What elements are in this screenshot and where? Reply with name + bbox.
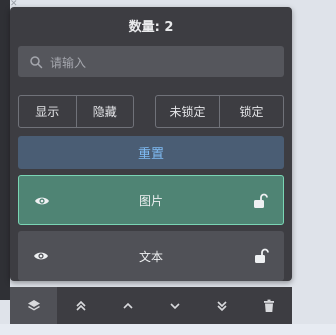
layer-item-image[interactable]: 图片 [18, 175, 284, 225]
bottom-toolbar [10, 287, 292, 324]
lock-button-group: 未锁定 锁定 [155, 95, 284, 128]
bring-to-front-icon [75, 300, 86, 311]
background-strip [0, 0, 10, 300]
hide-button[interactable]: 隐藏 [75, 96, 134, 127]
unlock-button[interactable]: 未锁定 [156, 96, 219, 127]
bring-to-front-button[interactable] [57, 287, 104, 324]
reset-button[interactable]: 重置 [18, 136, 284, 169]
eye-icon[interactable] [34, 193, 50, 209]
page-background [0, 324, 336, 335]
send-to-back-icon [216, 300, 227, 311]
search-icon [30, 56, 43, 69]
move-down-button[interactable] [151, 287, 198, 324]
delete-icon [263, 299, 274, 312]
eye-icon[interactable] [33, 248, 49, 264]
layer-label: 文本 [138, 249, 163, 264]
unlock-icon[interactable] [253, 247, 271, 265]
layer-item-text[interactable]: 文本 [18, 231, 284, 281]
lock-button[interactable]: 锁定 [219, 96, 283, 127]
visibility-button-group: 显示 隐藏 [18, 95, 134, 128]
search-box[interactable] [18, 46, 284, 79]
layer-panel: 数量: 2 显示 隐藏 未锁定 锁定 重置 图片 文本 [10, 7, 292, 281]
send-to-back-button[interactable] [198, 287, 245, 324]
show-button[interactable]: 显示 [19, 96, 76, 127]
panel-title: 数量: 2 [128, 20, 174, 35]
delete-button[interactable] [245, 287, 292, 324]
layers-button[interactable] [10, 287, 57, 324]
search-input[interactable] [48, 46, 277, 79]
move-up-icon [122, 302, 133, 309]
move-up-button[interactable] [104, 287, 151, 324]
layers-icon [27, 299, 40, 311]
layer-label: 图片 [138, 193, 163, 208]
move-down-icon [169, 302, 180, 309]
unlock-icon[interactable] [252, 192, 270, 210]
